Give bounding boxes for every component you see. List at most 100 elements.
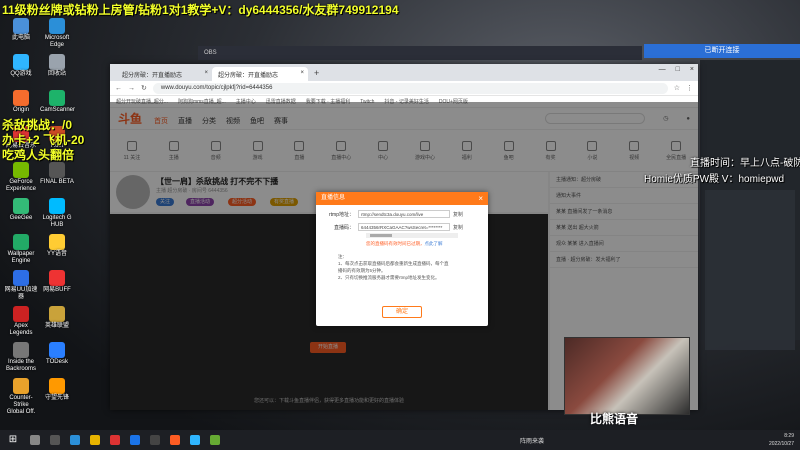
- close-icon[interactable]: ×: [300, 70, 304, 76]
- obs-title: OBS: [204, 50, 217, 56]
- chrome-icon[interactable]: [130, 435, 140, 445]
- desktop-icon-label: Inside the Backrooms: [5, 359, 36, 372]
- desktop-icon[interactable]: 英雄联盟: [40, 306, 74, 330]
- desktop-icon[interactable]: 网易UU加速器: [4, 270, 38, 301]
- edge-icon[interactable]: [70, 435, 80, 445]
- desktop-icon[interactable]: Microsoft Edge: [40, 18, 74, 49]
- desktop-icon[interactable]: CamScanner: [40, 90, 76, 114]
- stream-code-field[interactable]: 6444356rRXCaGAAC?wsSecret=********: [358, 223, 450, 231]
- close-window-icon[interactable]: ×: [690, 66, 694, 73]
- browser-tab-1[interactable]: 超分房破：开直播励志 ×: [116, 67, 212, 81]
- wechat-icon[interactable]: [210, 435, 220, 445]
- desktop-icon[interactable]: YY语音: [40, 234, 74, 258]
- minimize-icon[interactable]: —: [659, 66, 666, 73]
- brand-watermark: 比熊语音: [590, 412, 639, 426]
- app-icon: [13, 90, 29, 106]
- desktop-icon-label: 英雄联盟: [44, 323, 69, 329]
- note-line: 播码的有效期为5分钟。: [338, 268, 386, 273]
- desktop-icon[interactable]: Logitech G HUB: [40, 198, 74, 229]
- dialog-notes: 注： 1、每次点击获取直播码后都会重新生成直播码，每个直 播码的有效期为5分钟。 2…: [338, 253, 488, 281]
- app-icon: [13, 378, 29, 394]
- confirm-button[interactable]: 确定: [382, 306, 422, 318]
- desktop-icon-label: Counter-Strike Global Off.: [6, 395, 36, 415]
- desktop-icon[interactable]: 守望先锋: [40, 378, 74, 402]
- maximize-icon[interactable]: □: [676, 66, 680, 73]
- app-icon: [13, 306, 29, 322]
- app-icon: [13, 270, 29, 286]
- desktop-icon[interactable]: QQ游戏: [4, 54, 38, 78]
- close-icon[interactable]: ×: [478, 192, 483, 205]
- desktop-icon[interactable]: GeForce Experience: [4, 162, 38, 193]
- search-icon[interactable]: [30, 435, 40, 445]
- copy-rtmp-button[interactable]: 复制: [453, 211, 463, 218]
- app-icon: [49, 162, 65, 178]
- app-icon: [49, 18, 65, 34]
- url-input[interactable]: www.douyu.com/topic/cjlpkfj?rid=6444356: [152, 82, 668, 94]
- desktop-icon[interactable]: 回收站: [40, 54, 74, 78]
- close-icon[interactable]: ×: [204, 70, 208, 76]
- desktop-icon[interactable]: TODesk: [40, 342, 74, 366]
- desktop-icon[interactable]: Origin: [4, 90, 38, 114]
- app-icon: [49, 378, 65, 394]
- copy-code-button[interactable]: 复制: [453, 224, 463, 231]
- obs-window-bar[interactable]: OBS: [198, 46, 642, 60]
- desktop-icon[interactable]: FINAL BETA: [40, 162, 74, 186]
- scrollbar-thumb[interactable]: [370, 234, 392, 237]
- task-view-icon[interactable]: [50, 435, 60, 445]
- code-scrollbar[interactable]: [366, 233, 458, 238]
- browser-tab-2[interactable]: 超分房破：开直播励志 ×: [212, 67, 308, 81]
- desktop-icon[interactable]: GeeGee: [4, 198, 38, 222]
- dialog-header: 直播信息 ×: [316, 192, 488, 205]
- desktop-icon-label: 网易UU加速器: [4, 287, 38, 300]
- desktop-icon[interactable]: 此电脑: [4, 18, 38, 42]
- rtmp-field[interactable]: rtmp://sendtc3a.douyu.com/live: [358, 210, 450, 218]
- overlay-line: 吃鸡人头翻倍: [2, 148, 75, 162]
- obs-icon[interactable]: [150, 435, 160, 445]
- star-icon[interactable]: ☆: [674, 84, 680, 92]
- app-icon: [49, 54, 65, 70]
- forward-icon[interactable]: →: [128, 85, 135, 92]
- tab-1-label: 超分房破：开直播励志: [122, 73, 183, 79]
- desktop-icon-label: QQ游戏: [10, 71, 32, 77]
- desktop-icon-label: 回收站: [47, 71, 66, 77]
- warning-text: 您的直播码有效时间已过期，: [366, 241, 425, 246]
- desktop-icon-label: GeeGee: [9, 215, 33, 221]
- menu-icon[interactable]: ⋮: [686, 84, 693, 92]
- contact-text: Homie优质PW殿 V：homiepwd: [644, 174, 785, 185]
- rtmp-row: rtmp地址： rtmp://sendtc3a.douyu.com/live 复…: [316, 210, 488, 218]
- note-line: 1、每次点击获取直播码后都会重新生成直播码，每个直: [338, 261, 449, 266]
- back-icon[interactable]: ←: [115, 85, 122, 92]
- reload-icon[interactable]: ↻: [141, 84, 147, 92]
- desktop-icon[interactable]: Inside the Backrooms: [4, 342, 38, 373]
- note-line: 注：: [338, 254, 347, 259]
- weather-text: 阵雨来袭: [520, 439, 545, 445]
- app-icon: [49, 342, 65, 358]
- system-clock[interactable]: 8:29 2022/10/27: [769, 432, 794, 448]
- desktop-icon-label: Apex Legends: [9, 323, 33, 336]
- taskbar: ⊞ 阵雨来袭 8:29 2022/10/27: [0, 430, 800, 450]
- learn-more-link[interactable]: 点此了解: [425, 241, 443, 246]
- music-app-icon[interactable]: [110, 435, 120, 445]
- desktop-icon-label: Logitech G HUB: [42, 215, 72, 228]
- desktop-icon[interactable]: Counter-Strike Global Off.: [4, 378, 38, 416]
- desktop-icon[interactable]: Wallpaper Engine: [4, 234, 38, 265]
- start-icon[interactable]: ⊞: [6, 433, 20, 447]
- new-tab-icon[interactable]: +: [308, 67, 325, 81]
- qq-icon[interactable]: [190, 435, 200, 445]
- explorer-icon[interactable]: [90, 435, 100, 445]
- douyu-icon[interactable]: [170, 435, 180, 445]
- app-icon: [13, 162, 29, 178]
- app-status-bar[interactable]: 已断开连接: [644, 44, 800, 58]
- tab-2-label: 超分房破：开直播励志: [218, 73, 279, 79]
- window-controls: — □ ×: [659, 66, 694, 73]
- desktop-icon-label: CamScanner: [40, 107, 76, 113]
- app-icon: [49, 234, 65, 250]
- clock-time: 8:29: [784, 433, 794, 439]
- desktop-icon[interactable]: Apex Legends: [4, 306, 38, 337]
- code-row: 直播码： 6444356rRXCaGAAC?wsSecret=******** …: [316, 223, 488, 231]
- desktop-icon[interactable]: 网易BUFF: [40, 270, 74, 294]
- clock-date: 2022/10/27: [768, 441, 794, 447]
- desktop-icon-label: 网易BUFF: [43, 287, 71, 293]
- app-icon: [13, 234, 29, 250]
- app-status-label: 已断开连接: [704, 47, 740, 54]
